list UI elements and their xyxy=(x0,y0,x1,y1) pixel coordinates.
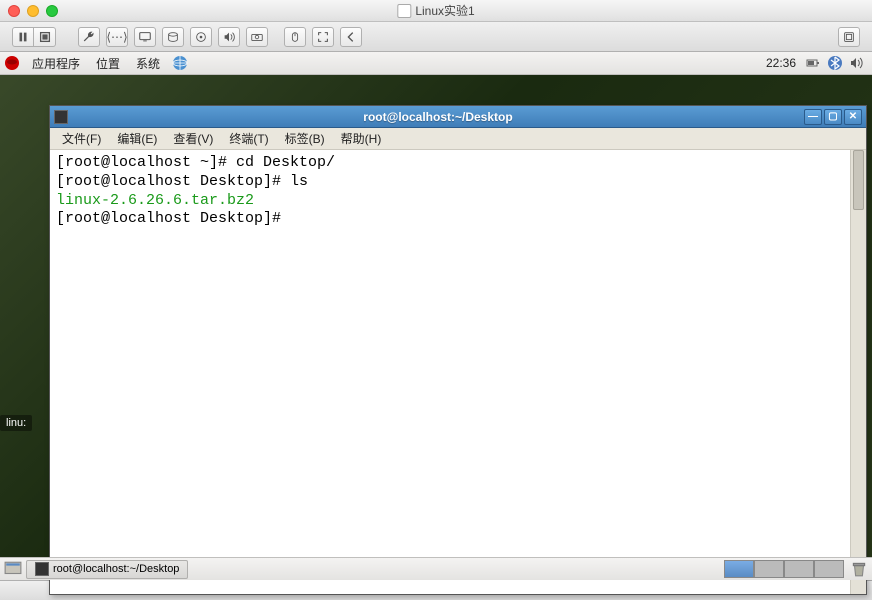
window-icon xyxy=(397,4,411,18)
terminal-titlebar[interactable]: root@localhost:~/Desktop — ▢ ✕ xyxy=(50,106,866,128)
hdd-icon[interactable] xyxy=(162,27,184,47)
terminal-content[interactable]: [root@localhost ~]# cd Desktop/[root@loc… xyxy=(50,150,866,594)
terminal-window: root@localhost:~/Desktop — ▢ ✕ 文件(F) 编辑(… xyxy=(49,105,867,595)
workspace-2[interactable] xyxy=(754,560,784,578)
menu-applications[interactable]: 应用程序 xyxy=(24,55,88,72)
camera-icon[interactable] xyxy=(246,27,268,47)
gnome-top-panel: 应用程序 位置 系统 22:36 xyxy=(0,52,872,75)
browser-launcher-icon[interactable] xyxy=(172,55,188,71)
cd-icon[interactable] xyxy=(190,27,212,47)
bluetooth-icon[interactable] xyxy=(826,54,844,72)
workspace-4[interactable] xyxy=(814,560,844,578)
playback-group xyxy=(12,27,56,47)
terminal-scrollbar[interactable] xyxy=(850,150,866,594)
menu-terminal[interactable]: 终端(T) xyxy=(221,130,276,147)
window-title-text: Linux实验1 xyxy=(415,2,474,19)
menu-places[interactable]: 位置 xyxy=(88,55,128,72)
display-icon[interactable] xyxy=(134,27,156,47)
taskbar-terminal[interactable]: root@localhost:~/Desktop xyxy=(26,560,188,579)
terminal-icon xyxy=(54,110,68,124)
minimize-button[interactable] xyxy=(27,5,39,17)
terminal-title: root@localhost:~/Desktop xyxy=(74,110,802,124)
menu-help[interactable]: 帮助(H) xyxy=(333,130,390,147)
menu-view[interactable]: 查看(V) xyxy=(165,130,221,147)
window-title: Linux实验1 xyxy=(397,2,474,19)
menu-tabs[interactable]: 标签(B) xyxy=(277,130,333,147)
terminal-minimize-button[interactable]: — xyxy=(804,109,822,125)
show-desktop-icon[interactable] xyxy=(4,560,22,578)
workspace-switcher xyxy=(724,560,844,578)
menu-edit[interactable]: 编辑(E) xyxy=(109,130,165,147)
sound-icon[interactable] xyxy=(218,27,240,47)
wrench-icon[interactable] xyxy=(78,27,100,47)
mac-toolbar: ⟨⋯⟩ xyxy=(0,22,872,52)
snapshot-button[interactable] xyxy=(34,27,56,47)
traffic-lights xyxy=(8,5,58,17)
close-button[interactable] xyxy=(8,5,20,17)
battery-icon[interactable] xyxy=(804,54,822,72)
network-icon[interactable]: ⟨⋯⟩ xyxy=(106,27,128,47)
volume-icon[interactable] xyxy=(848,54,866,72)
linux-desktop[interactable]: linu: root@localhost:~/Desktop — ▢ ✕ 文件(… xyxy=(0,75,872,557)
mac-titlebar: Linux实验1 xyxy=(0,0,872,22)
terminal-maximize-button[interactable]: ▢ xyxy=(824,109,842,125)
menu-system[interactable]: 系统 xyxy=(128,55,168,72)
vm-display: 应用程序 位置 系统 22:36 linu: root@localhost:~/… xyxy=(0,52,872,580)
mouse-icon[interactable] xyxy=(284,27,306,47)
taskbar-terminal-icon xyxy=(35,562,49,576)
trash-icon[interactable] xyxy=(850,560,868,578)
terminal-menubar: 文件(F) 编辑(E) 查看(V) 终端(T) 标签(B) 帮助(H) xyxy=(50,128,866,150)
back-icon[interactable] xyxy=(340,27,362,47)
fullscreen-icon[interactable] xyxy=(312,27,334,47)
zoom-button[interactable] xyxy=(46,5,58,17)
redhat-icon[interactable] xyxy=(4,55,20,71)
clock[interactable]: 22:36 xyxy=(760,56,802,70)
expand-icon[interactable] xyxy=(838,27,860,47)
terminal-text[interactable]: [root@localhost ~]# cd Desktop/[root@loc… xyxy=(50,150,850,594)
gnome-bottom-panel: root@localhost:~/Desktop xyxy=(0,557,872,580)
workspace-1[interactable] xyxy=(724,560,754,578)
pause-button[interactable] xyxy=(12,27,34,47)
menu-file[interactable]: 文件(F) xyxy=(54,130,109,147)
workspace-3[interactable] xyxy=(784,560,814,578)
scrollbar-thumb[interactable] xyxy=(853,150,864,210)
terminal-close-button[interactable]: ✕ xyxy=(844,109,862,125)
taskbar-terminal-label: root@localhost:~/Desktop xyxy=(53,563,179,575)
desktop-icon-label[interactable]: linu: xyxy=(0,415,32,431)
